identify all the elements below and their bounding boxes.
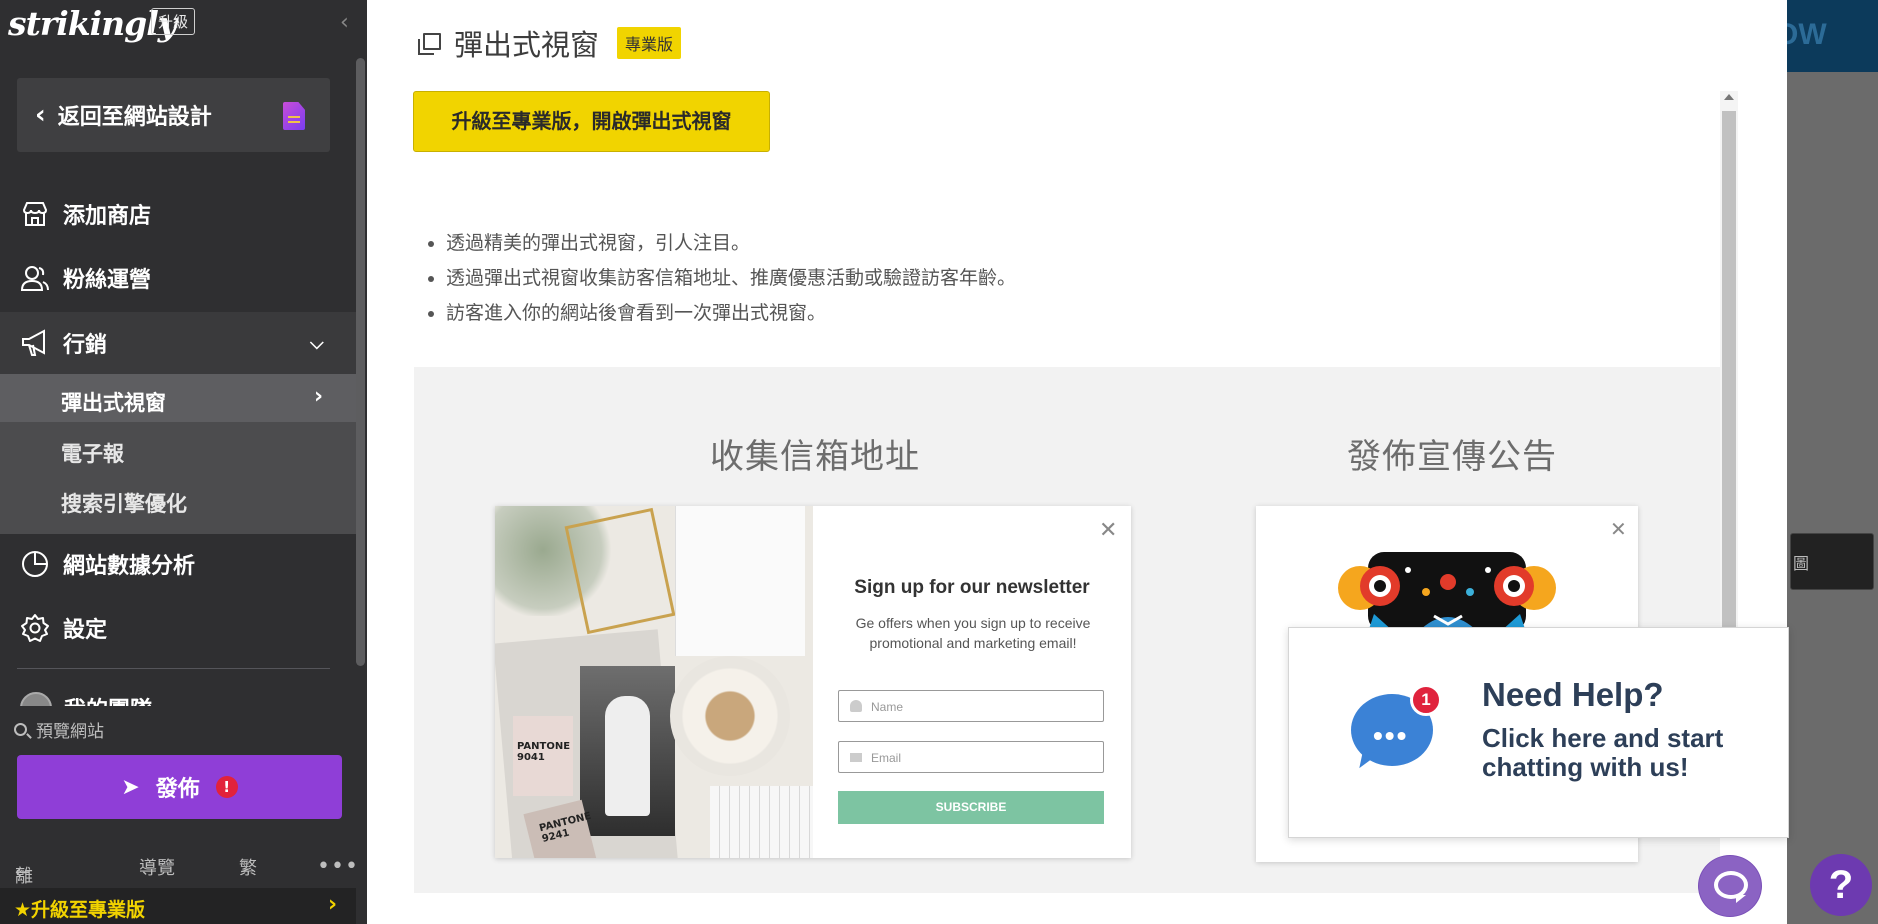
- chevron-right-icon: ›: [314, 384, 324, 409]
- modal-title: 彈出式視窗 專業版: [416, 22, 682, 64]
- megaphone-icon: [22, 329, 45, 356]
- store-icon: [22, 202, 48, 226]
- desk-photo: PANTONE 9041 PANTONE 9241: [495, 506, 813, 858]
- scrollbar-thumb[interactable]: [1722, 111, 1736, 627]
- name-field[interactable]: Name: [838, 690, 1104, 722]
- upgrade-promo-label: ★升級至專業版: [14, 899, 146, 921]
- chevron-left-icon: ‹: [35, 100, 46, 130]
- background-tooltip: 圖: [1790, 533, 1874, 590]
- publish-label: 發佈: [155, 777, 200, 802]
- alert-badge: !: [215, 776, 238, 798]
- sidebar-item-marketing[interactable]: 行銷 ⌵: [0, 312, 356, 374]
- name-placeholder: Name: [871, 700, 904, 714]
- envelope-icon: [850, 753, 862, 762]
- help-question-button[interactable]: ?: [1810, 854, 1872, 916]
- email-field[interactable]: Email: [838, 741, 1104, 773]
- newsletter-subtitle: Ge offers when you sign up to receive pr…: [855, 615, 1091, 651]
- more-options-icon[interactable]: •••: [317, 854, 359, 879]
- feature-list: 透過精美的彈出式視窗，引人注目。 透過彈出式視窗收集訪客信箱地址、推廣優惠活動或…: [446, 226, 1016, 331]
- newsletter-title: Sign up for our newsletter: [854, 577, 1090, 598]
- chevron-right-icon: ›: [328, 892, 338, 917]
- sidebar-item-settings[interactable]: 設定: [0, 610, 356, 646]
- example-title-email: 收集信箱地址: [710, 437, 920, 477]
- language-toggle[interactable]: 繁: [239, 854, 257, 880]
- scroll-up-arrow-icon[interactable]: [1724, 94, 1734, 100]
- sidebar-item-analytics[interactable]: 網站數據分析: [0, 546, 356, 582]
- list-item: 透過彈出式視窗收集訪客信箱地址、推廣優惠活動或驗證訪客年齡。: [446, 261, 1016, 296]
- sidebar: strikingly 升級 ‹ ‹ 返回至網站設計 添加商店 粉絲運營 行銷 ⌵…: [0, 0, 367, 924]
- email-placeholder: Email: [871, 751, 902, 765]
- sidebar-item-label: 我的團隊: [64, 692, 152, 706]
- chevron-down-icon: ⌵: [310, 332, 324, 354]
- modal-title-text: 彈出式視窗: [454, 28, 600, 62]
- sidebar-item-label: 網站數據分析: [63, 554, 196, 579]
- newsletter-popup-example: PANTONE 9041 PANTONE 9241 ✕ Sign up for …: [495, 506, 1131, 858]
- team-avatar: [20, 692, 52, 706]
- upgrade-to-pro-button[interactable]: 升級至專業版，開啟彈出式視窗: [413, 91, 770, 152]
- sidebar-item-shop[interactable]: 添加商店: [0, 196, 356, 232]
- upgrade-badge[interactable]: 升級: [151, 8, 196, 35]
- sidebar-item-label: 添加商店: [63, 204, 152, 229]
- submenu-item-popup-highlight[interactable]: [0, 374, 356, 422]
- chat-subtext: Click here and start chatting with us!: [1482, 723, 1724, 782]
- typing-dots: •••: [1373, 720, 1409, 751]
- subscribe-button[interactable]: SUBSCRIBE: [838, 791, 1104, 824]
- close-icon[interactable]: ✕: [1610, 517, 1627, 541]
- submenu-item-newsletter[interactable]: 電子報: [61, 438, 124, 468]
- sidebar-item-label: 粉絲運營: [63, 268, 152, 293]
- chat-icon: [1714, 871, 1748, 903]
- marketing-submenu: 彈出式視窗 › 電子報 搜索引擎優化: [0, 374, 356, 534]
- publish-button[interactable]: ➤ 發佈 !: [17, 755, 342, 819]
- example-title-announcement: 發佈宣傳公告: [1347, 437, 1557, 477]
- close-icon[interactable]: ✕: [1099, 518, 1117, 543]
- people-icon: [20, 266, 49, 291]
- collapse-sidebar-icon[interactable]: ‹: [340, 10, 349, 35]
- submenu-item-seo[interactable]: 搜索引擎優化: [61, 488, 187, 518]
- swatch-label: PANTONE 9041: [517, 741, 571, 763]
- chat-heading: Need Help?: [1482, 676, 1664, 713]
- notification-badge: 1: [1410, 684, 1442, 716]
- rocket-icon: ➤: [121, 774, 140, 800]
- sidebar-divider: [17, 668, 330, 669]
- user-icon: [850, 700, 862, 712]
- popup-window-icon: [416, 30, 442, 56]
- chat-help-prompt[interactable]: ••• 1 Need Help? Click here and start ch…: [1288, 627, 1789, 838]
- sidebar-item-team[interactable]: 我的團隊: [20, 692, 220, 706]
- list-item: 透過精美的彈出式視窗，引人注目。: [446, 226, 1016, 261]
- sidebar-item-label: 設定: [63, 618, 108, 643]
- upgrade-promo-bar[interactable]: ★升級至專業版 ›: [0, 888, 356, 924]
- sidebar-item-fans[interactable]: 粉絲運營: [0, 260, 356, 296]
- submenu-item-popup[interactable]: 彈出式視窗: [61, 387, 166, 417]
- guide-link[interactable]: 導覽: [139, 854, 175, 880]
- app-root: OW 圖 ? strikingly 升級 ‹ ‹ 返回至網站設計 添加商店 粉絲…: [0, 0, 1878, 924]
- pie-chart-icon: [22, 551, 48, 577]
- gear-icon: [21, 614, 49, 642]
- page-icon: [283, 102, 305, 130]
- preview-label: 預覽網站: [36, 722, 104, 742]
- chat-launcher-button[interactable]: [1698, 855, 1762, 917]
- list-item: 訪客進入你的網站後會看到一次彈出式視窗。: [446, 296, 1016, 331]
- preview-site-link[interactable]: 預覽網站: [14, 717, 104, 742]
- back-to-design-button[interactable]: ‹ 返回至網站設計: [17, 78, 330, 152]
- decorative-illustration: [1338, 552, 1556, 632]
- search-icon: [14, 723, 27, 736]
- back-label: 返回至網站設計: [57, 105, 212, 130]
- modal-scrollbar[interactable]: [1720, 91, 1738, 627]
- sidebar-bottom-bar: ← 離開 導覽 繁 •••: [0, 846, 359, 913]
- sidebar-scrollbar[interactable]: [356, 58, 365, 666]
- sidebar-item-label: 行銷: [63, 333, 108, 358]
- pro-badge: 專業版: [617, 27, 682, 59]
